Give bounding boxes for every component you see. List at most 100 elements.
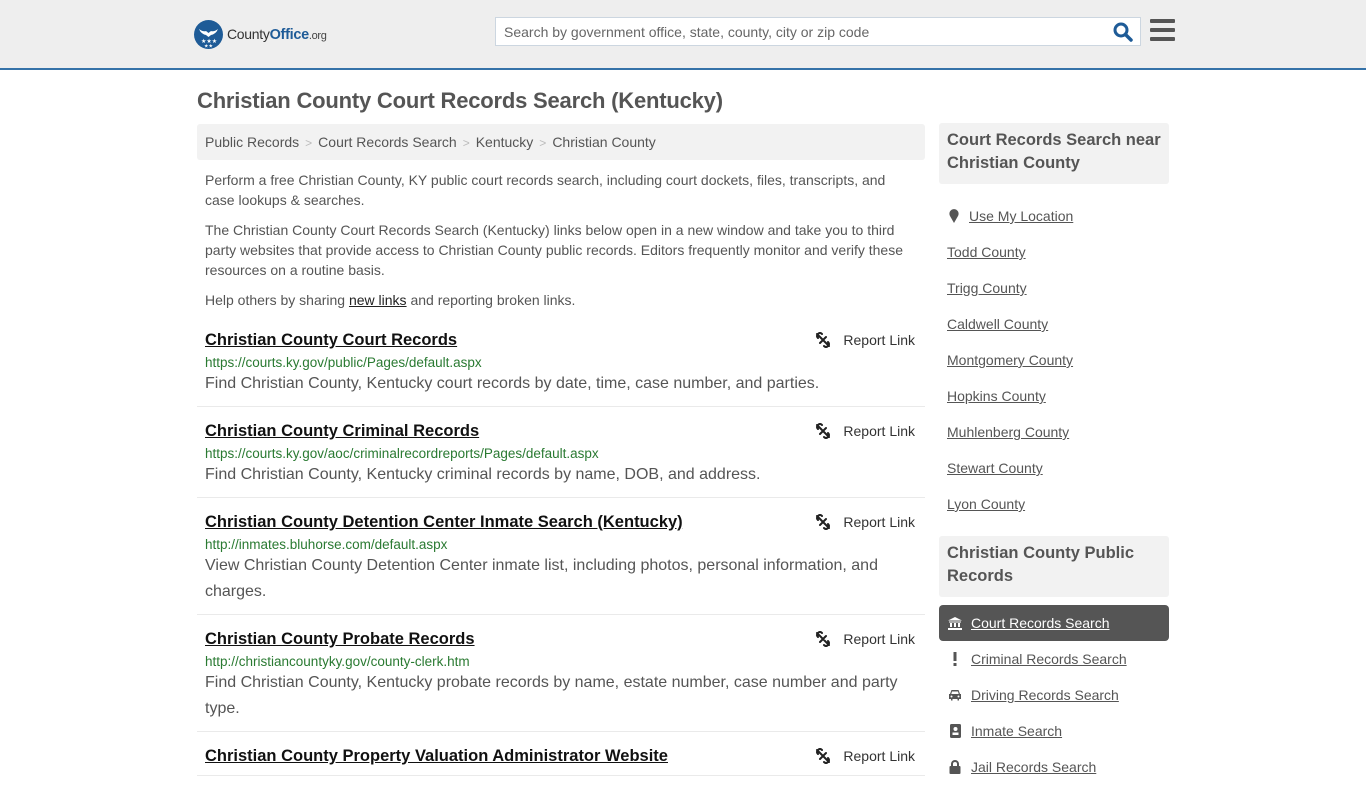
breadcrumb-christian-county[interactable]: Christian County [552, 134, 656, 150]
share-text: and reporting broken links. [406, 292, 576, 308]
logo-wordmark: CountyOffice.org [227, 26, 327, 43]
nearby-county-link[interactable]: Trigg County [947, 280, 1027, 296]
nearby-county-link[interactable]: Stewart County [947, 460, 1043, 476]
intro-share-paragraph: Help others by sharing new links and rep… [205, 290, 917, 310]
nearby-county-item[interactable]: Muhlenberg County [939, 414, 1169, 450]
result-url[interactable]: http://christiancountyky.gov/county-cler… [205, 654, 917, 669]
nearby-counties-panel: Court Records Search near Christian Coun… [939, 123, 1169, 522]
public-records-heading: Christian County Public Records [939, 536, 1169, 597]
broken-link-icon [816, 332, 831, 348]
svg-text:★★: ★★ [204, 44, 213, 50]
report-link-button[interactable]: Report Link [815, 748, 915, 764]
result-description: Find Christian County, Kentucky criminal… [205, 466, 761, 483]
nearby-county-link[interactable]: Muhlenberg County [947, 424, 1069, 440]
result-title-link[interactable]: Christian County Property Valuation Admi… [205, 747, 668, 766]
eagle-logo-icon: ★★★ ★★ [194, 20, 223, 49]
report-link-label: Report Link [843, 423, 915, 439]
site-logo[interactable]: ★★★ ★★ CountyOffice.org [194, 20, 327, 49]
nearby-county-item[interactable]: Stewart County [939, 450, 1169, 486]
use-my-location-item[interactable]: Use My Location [939, 198, 1169, 234]
result-description: Find Christian County, Kentucky court re… [205, 375, 820, 392]
result-url[interactable]: https://courts.ky.gov/aoc/criminalrecord… [205, 446, 917, 461]
search-box [495, 17, 1141, 46]
intro-paragraph: Perform a free Christian County, KY publ… [205, 172, 886, 208]
courthouse-icon [948, 616, 962, 630]
broken-link-icon [816, 423, 831, 439]
intro-text: Perform a free Christian County, KY publ… [205, 170, 917, 320]
report-link-button[interactable]: Report Link [815, 332, 915, 348]
menu-bar [1150, 28, 1175, 32]
jail-records-search-link[interactable]: Jail Records Search [971, 759, 1096, 775]
new-links-link[interactable]: new links [349, 292, 407, 308]
breadcrumb-separator: > [539, 136, 547, 150]
nearby-county-item[interactable]: Todd County [939, 234, 1169, 270]
sidebar-item-driving-records-search[interactable]: Driving Records Search [939, 677, 1169, 713]
nearby-county-item[interactable]: Montgomery County [939, 342, 1169, 378]
inmate-search-link[interactable]: Inmate Search [971, 723, 1062, 739]
menu-bar [1150, 19, 1175, 23]
sidebar-item-criminal-records-search[interactable]: Criminal Records Search [939, 641, 1169, 677]
nearby-county-item[interactable]: Lyon County [939, 486, 1169, 522]
result-description: View Christian County Detention Center i… [205, 557, 878, 600]
report-link-label: Report Link [843, 514, 915, 530]
report-link-label: Report Link [843, 748, 915, 764]
nearby-county-link[interactable]: Caldwell County [947, 316, 1048, 332]
nearby-county-item[interactable]: Hopkins County [939, 378, 1169, 414]
result-title-link[interactable]: Christian County Court Records [205, 331, 457, 350]
result-description: Find Christian County, Kentucky probate … [205, 674, 898, 717]
result-title-link[interactable]: Christian County Detention Center Inmate… [205, 513, 683, 532]
sidebar-item-inmate-search[interactable]: Inmate Search [939, 713, 1169, 749]
intro-paragraph: The Christian County Court Records Searc… [205, 222, 903, 278]
map-pin-icon [949, 209, 959, 223]
result-item: Christian County Property Valuation Admi… [197, 742, 925, 776]
result-item: Christian County Probate Records Report … [197, 625, 925, 732]
menu-bar [1150, 37, 1175, 41]
nearby-county-link[interactable]: Lyon County [947, 496, 1025, 512]
breadcrumb-kentucky[interactable]: Kentucky [476, 134, 534, 150]
breadcrumb: Public Records > Court Records Search > Kent… [197, 124, 925, 160]
broken-link-icon [816, 748, 831, 764]
report-link-label: Report Link [843, 332, 915, 348]
search-input[interactable] [496, 18, 1096, 45]
id-badge-icon [948, 724, 962, 738]
nearby-list: Use My Location Todd County Trigg County… [939, 198, 1169, 522]
breadcrumb-court-records-search[interactable]: Court Records Search [318, 134, 457, 150]
result-item: Christian County Court Records Report Li… [197, 326, 925, 407]
top-header: ★★★ ★★ CountyOffice.org [0, 0, 1366, 70]
nearby-county-item[interactable]: Trigg County [939, 270, 1169, 306]
exclamation-icon [948, 652, 962, 666]
sidebar-item-jail-records-search[interactable]: Jail Records Search [939, 749, 1169, 785]
share-text: Help others by sharing [205, 292, 349, 308]
sidebar-item-court-records-search[interactable]: Court Records Search [939, 605, 1169, 641]
court-records-search-link[interactable]: Court Records Search [971, 615, 1110, 631]
nearby-county-link[interactable]: Montgomery County [947, 352, 1073, 368]
criminal-records-search-link[interactable]: Criminal Records Search [971, 651, 1127, 667]
breadcrumb-separator: > [462, 136, 470, 150]
result-title-link[interactable]: Christian County Probate Records [205, 630, 475, 649]
breadcrumb-public-records[interactable]: Public Records [205, 134, 299, 150]
hamburger-menu-icon[interactable] [1150, 19, 1175, 41]
lock-icon [948, 760, 962, 774]
report-link-button[interactable]: Report Link [815, 423, 915, 439]
search-icon[interactable] [1112, 21, 1134, 43]
report-link-button[interactable]: Report Link [815, 514, 915, 530]
result-item: Christian County Detention Center Inmate… [197, 508, 925, 615]
result-url[interactable]: http://inmates.bluhorse.com/default.aspx [205, 537, 917, 552]
broken-link-icon [816, 631, 831, 647]
public-records-list: Court Records Search Criminal Records Se… [939, 605, 1169, 785]
broken-link-icon [816, 514, 831, 530]
public-records-panel: Christian County Public Records Court Re… [939, 536, 1169, 785]
report-link-button[interactable]: Report Link [815, 631, 915, 647]
use-my-location-link[interactable]: Use My Location [969, 208, 1073, 224]
driving-records-search-link[interactable]: Driving Records Search [971, 687, 1119, 703]
page-title: Christian County Court Records Search (K… [197, 88, 723, 113]
breadcrumb-separator: > [305, 136, 313, 150]
result-title-link[interactable]: Christian County Criminal Records [205, 422, 479, 441]
nearby-county-link[interactable]: Hopkins County [947, 388, 1046, 404]
nearby-county-item[interactable]: Caldwell County [939, 306, 1169, 342]
nearby-heading: Court Records Search near Christian Coun… [939, 123, 1169, 184]
result-url[interactable]: https://courts.ky.gov/public/Pages/defau… [205, 355, 917, 370]
result-item: Christian County Criminal Records Report… [197, 417, 925, 498]
results-list: Christian County Court Records Report Li… [197, 326, 925, 786]
nearby-county-link[interactable]: Todd County [947, 244, 1026, 260]
